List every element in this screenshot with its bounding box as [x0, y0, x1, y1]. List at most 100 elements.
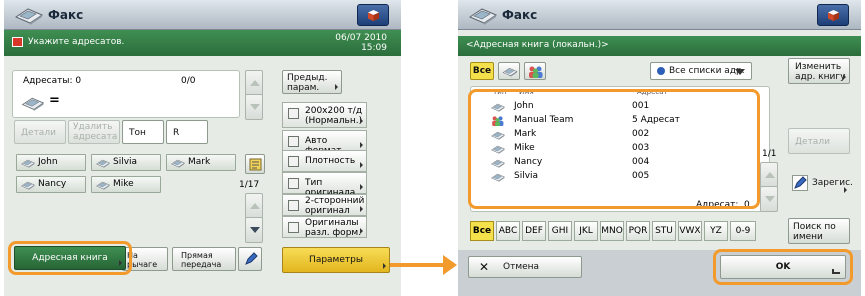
contact-name: Silvia	[113, 157, 138, 167]
tone-button[interactable]: Тон	[122, 120, 164, 144]
different-size-setting-button[interactable]: Оригиналы разл. форм.	[282, 216, 367, 238]
alpha-tab-all[interactable]: Все	[470, 221, 494, 241]
ok-label: OK	[775, 262, 791, 272]
address-book-button[interactable]: Адресная книга	[14, 246, 126, 270]
alpha-tab-abc[interactable]: ABC	[496, 221, 520, 241]
fax-icon	[468, 5, 498, 25]
contacts-scroll-down[interactable]	[245, 217, 263, 243]
filter-all-button[interactable]: Все	[470, 62, 494, 80]
options-label: Параметры	[309, 255, 363, 265]
direct-send-button[interactable]: Прямая передача	[172, 247, 236, 271]
cancel-button[interactable]: ✕ Отмена	[468, 256, 582, 278]
two-sided-setting-button[interactable]: 2-сторонний оригинал	[282, 194, 367, 216]
setting-label: 200x200 т/д (Нормальн.)	[305, 106, 363, 126]
contacts-scroll-up[interactable]	[245, 193, 263, 219]
register-button[interactable]: Зарегис.	[788, 170, 853, 196]
contact-button-john[interactable]: John	[16, 154, 86, 171]
alpha-tab-label: STU	[655, 226, 673, 236]
contact-name: Mark	[188, 157, 211, 167]
close-icon: ✕	[479, 260, 490, 274]
details-button[interactable]: Детали	[14, 120, 66, 144]
alpha-tab-yz[interactable]: YZ	[704, 221, 728, 241]
prev-settings-label: Предыд. парам.	[287, 73, 328, 93]
search-label: Поиск по имени	[793, 222, 836, 242]
cancel-label: Отмена	[503, 262, 540, 272]
fax-contact-icon	[95, 180, 111, 190]
address-book-header: <Адресная книга (локальн.)>	[458, 36, 861, 56]
contact-button-mike[interactable]: Mike	[91, 176, 161, 193]
alpha-tab-jkl[interactable]: JKL	[574, 221, 598, 241]
fax-contact-icon	[20, 158, 36, 168]
details-button[interactable]: Детали	[788, 128, 850, 154]
auto-size-setting-button[interactable]: Авто формат	[282, 130, 367, 156]
down-arrow-icon	[250, 104, 260, 110]
change-address-book-button[interactable]: Изменить адр. книгу	[788, 58, 850, 84]
fax-icon	[14, 5, 44, 25]
alpha-tab-pqr[interactable]: PQR	[626, 221, 650, 241]
alpha-tab-ghi[interactable]: GHI	[548, 221, 572, 241]
ok-button[interactable]: OK	[720, 255, 846, 279]
filter-group-button[interactable]	[524, 62, 546, 80]
stop-button[interactable]	[357, 4, 389, 26]
options-button[interactable]: Параметры	[282, 247, 390, 273]
register-label: Зарегис.	[812, 178, 853, 188]
alpha-tab-label: PQR	[628, 226, 648, 236]
contact-name: John	[38, 157, 58, 167]
alpha-tab-label: 0-9	[735, 226, 751, 236]
list-scroll-down[interactable]	[760, 186, 778, 212]
dropdown-label: Все списки адр.	[669, 66, 745, 76]
alpha-tab-def[interactable]: DEF	[522, 221, 546, 241]
r-button[interactable]: R	[166, 120, 208, 144]
search-by-name-button[interactable]: Поиск по имени	[788, 218, 850, 244]
resolution-setting-button[interactable]: 200x200 т/д (Нормальн.)	[282, 102, 367, 128]
alpha-tab-label: DEF	[525, 226, 543, 236]
screen-title: Факс	[502, 8, 538, 22]
title-bar: Факс	[4, 0, 401, 30]
page-indicator: 1/1	[762, 149, 777, 159]
edit-button[interactable]	[238, 247, 262, 271]
alpha-tab-mno[interactable]: MNO	[600, 221, 624, 241]
different-size-icon	[288, 222, 299, 233]
cube-icon	[368, 10, 379, 21]
recipients-scroll-up[interactable]	[245, 70, 263, 96]
cube-icon	[828, 10, 839, 21]
original-type-setting-button[interactable]: Тип оригинала	[282, 172, 367, 198]
fax-contact-icon	[95, 158, 111, 168]
alpha-tab-label: ABC	[498, 226, 518, 236]
address-book-label: Адресная книга	[32, 253, 108, 263]
one-touch-settings-button[interactable]	[245, 154, 265, 174]
pencil-icon	[792, 175, 808, 191]
alpha-tab-stu[interactable]: STU	[652, 221, 676, 241]
fax-icon	[21, 95, 45, 111]
fax-main-screen: Факс Укажите адресатов. 06/07 2010 15:09…	[4, 0, 401, 296]
enter-icon	[832, 269, 840, 274]
up-arrow-icon	[250, 203, 260, 209]
list-scroll-up[interactable]	[760, 162, 778, 188]
alpha-tab-label: MNO	[601, 226, 623, 236]
stop-button[interactable]	[817, 4, 849, 26]
contact-button-nancy[interactable]: Nancy	[16, 176, 86, 193]
fax-contact-icon	[20, 180, 36, 190]
alpha-tab-numbers[interactable]: 0-9	[730, 221, 756, 241]
title-bar: Факс	[458, 0, 861, 30]
down-arrow-icon	[250, 227, 260, 233]
delete-label: Удалить адресата	[73, 122, 118, 142]
down-arrow-icon	[765, 196, 775, 202]
up-arrow-icon	[250, 80, 260, 86]
density-setting-button[interactable]: Плотность	[282, 150, 367, 172]
contact-button-silvia[interactable]: Silvia	[91, 154, 161, 171]
two-sided-icon	[288, 200, 299, 211]
alpha-tab-label: VWX	[679, 226, 701, 236]
filter-fax-button[interactable]	[498, 62, 520, 80]
density-icon	[288, 156, 299, 167]
fax-contact-icon	[170, 158, 186, 168]
alpha-tab-vwx[interactable]: VWX	[678, 221, 702, 241]
delete-recipient-button[interactable]: Удалить адресата	[68, 120, 120, 144]
previous-settings-button[interactable]: Предыд. парам.	[282, 70, 342, 94]
setting-label: Плотность	[305, 156, 356, 166]
contact-button-mark[interactable]: Mark	[166, 154, 236, 171]
contact-name: Mike	[113, 179, 134, 189]
address-list-dropdown[interactable]: Все списки адр.	[650, 62, 752, 80]
recipients-scroll-down[interactable]	[245, 94, 263, 120]
status-time: 15:09	[361, 43, 387, 53]
